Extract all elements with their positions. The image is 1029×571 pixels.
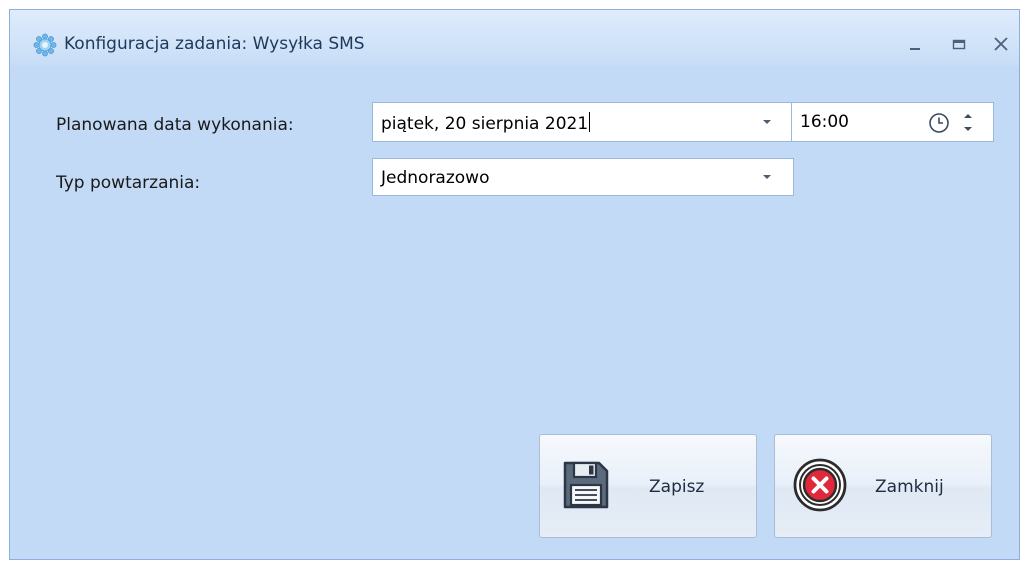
maximize-button[interactable] [947, 32, 971, 56]
time-input[interactable]: 16:00 [791, 102, 994, 142]
save-button[interactable]: Zapisz [539, 434, 757, 538]
save-button-label: Zapisz [649, 477, 705, 497]
gear-flower-icon [33, 33, 57, 57]
time-spinner[interactable] [960, 109, 976, 137]
repeat-type-dropdown-button[interactable] [756, 163, 778, 191]
spin-up-button[interactable] [960, 109, 976, 122]
close-button[interactable]: Zamknij [774, 434, 992, 538]
window-title: Konfiguracja zadania: Wysyłka SMS [64, 34, 365, 54]
repeat-type-select[interactable]: Jednorazowo [372, 158, 794, 196]
dialog-window: Konfiguracja zadania: Wysyłka SMS Planow… [9, 9, 1020, 560]
repeat-type-value[interactable]: Jednorazowo [381, 168, 489, 188]
close-icon [994, 37, 1008, 51]
floppy-disk-icon [563, 461, 609, 509]
close-button-label: Zamknij [875, 477, 944, 497]
spin-down-button[interactable] [960, 124, 976, 137]
minimize-button[interactable] [903, 32, 927, 56]
date-picker[interactable]: piątek, 20 sierpnia 2021 [372, 102, 794, 142]
clock-icon[interactable] [927, 111, 951, 135]
repeat-type-label: Typ powtarzania: [56, 173, 201, 193]
minimize-icon [910, 48, 920, 50]
date-dropdown-button[interactable] [756, 108, 778, 136]
close-window-button[interactable] [989, 32, 1013, 56]
close-circle-icon [793, 458, 847, 512]
title-bar[interactable]: Konfiguracja zadania: Wysyłka SMS [10, 10, 1019, 67]
maximize-icon [952, 39, 966, 50]
date-value[interactable]: piątek, 20 sierpnia 2021 [381, 112, 591, 134]
time-value[interactable]: 16:00 [800, 112, 849, 132]
text-cursor [589, 112, 591, 132]
planned-date-label: Planowana data wykonania: [56, 115, 294, 135]
